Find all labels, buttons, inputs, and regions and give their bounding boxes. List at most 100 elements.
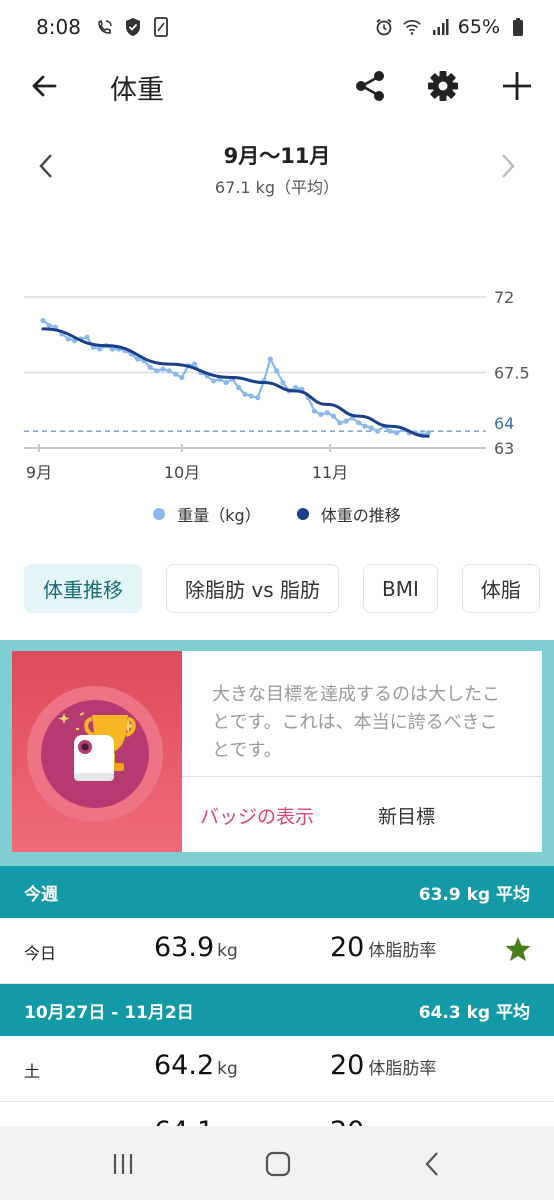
- body-fat-unit: 体脂肪率: [368, 1059, 437, 1079]
- new-goal-link[interactable]: 新目標: [378, 802, 435, 829]
- add-button[interactable]: [497, 66, 537, 106]
- share-icon: [356, 71, 384, 101]
- share-button[interactable]: [350, 66, 390, 106]
- raw-weight-point: [387, 428, 393, 434]
- raw-weight-point: [160, 366, 166, 372]
- signal-icon: [430, 17, 450, 37]
- home-icon: [265, 1151, 291, 1177]
- raw-weight-point: [343, 418, 349, 424]
- chevron-right-icon: [502, 154, 515, 178]
- weight-value: 64.2: [154, 1050, 215, 1081]
- next-period-button[interactable]: [490, 146, 526, 186]
- y-tick-label: 64: [494, 414, 514, 433]
- chart-type-chips: 体重推移 除脂肪 vs 脂肪 BMI 体脂: [24, 564, 540, 614]
- period-header: 9月〜11月 67.1 kg（平均）: [0, 132, 554, 202]
- log-weight: 63.9 kg: [154, 932, 238, 963]
- raw-weight-point: [267, 356, 273, 362]
- recent-apps-icon: [113, 1154, 133, 1174]
- settings-button[interactable]: [423, 66, 463, 106]
- body-fat-value: 20: [330, 932, 365, 963]
- legend-item-trend: 体重の推移: [296, 502, 401, 526]
- body-fat-value: 20: [330, 1050, 365, 1081]
- raw-weight-point: [248, 393, 254, 399]
- week-header-this-week: 今週 63.9 kg 平均: [0, 866, 554, 918]
- x-tick-label: 11月: [312, 463, 348, 482]
- app-bar: 体重: [0, 56, 554, 116]
- raw-weight-point: [280, 379, 286, 386]
- raw-weight-point: [375, 428, 381, 434]
- wifi-calling-icon: [95, 17, 115, 37]
- page-title: 体重: [110, 75, 164, 106]
- raw-weight-point: [368, 425, 374, 431]
- raw-weight-point: [255, 395, 261, 401]
- legend-label-raw: 重量（kg）: [177, 506, 261, 525]
- legend-dot-trend: [296, 508, 309, 520]
- raw-weight-point: [356, 420, 362, 426]
- log-body-fat: 20 体脂肪率: [330, 1050, 436, 1081]
- x-tick-label: 9月: [26, 463, 52, 482]
- raw-weight-point: [40, 317, 46, 324]
- log-row[interactable]: 今日 63.9 kg 20 体脂肪率: [0, 918, 554, 984]
- back-button[interactable]: [24, 66, 64, 106]
- legend-item-raw: 重量（kg）: [153, 502, 261, 526]
- plus-icon: [503, 72, 531, 100]
- legend-label-trend: 体重の推移: [320, 506, 401, 525]
- raw-weight-point: [179, 374, 185, 381]
- trophy-icon: [58, 712, 136, 781]
- raw-weight-point: [337, 420, 343, 426]
- back-nav-button[interactable]: [411, 1144, 455, 1184]
- achievement-card: 大きな目標を達成するのは大したことです。これは、本当に誇るべきことです。 バッジ…: [12, 651, 542, 852]
- raw-weight-point: [172, 371, 179, 377]
- arrow-left-icon: [32, 75, 57, 97]
- raw-weight-point: [154, 368, 160, 374]
- home-button[interactable]: [256, 1144, 300, 1184]
- body-fat-unit: 体脂肪率: [368, 941, 437, 961]
- week-label: 今週: [24, 884, 58, 905]
- chart-legend: 重量（kg） 体重の推移: [0, 502, 554, 526]
- week-label: 10月27日 - 11月2日: [24, 1002, 194, 1023]
- chip-bmi[interactable]: BMI: [362, 564, 438, 613]
- weight-chart-svg: 72 67.5 64 63 9月 10月 11月: [24, 288, 530, 482]
- period-title: 9月〜11月: [223, 144, 331, 168]
- weight-value: 63.9: [154, 932, 215, 963]
- chip-weight-trend[interactable]: 体重推移: [24, 564, 142, 613]
- wifi-icon: [402, 17, 422, 37]
- recent-apps-button[interactable]: [101, 1144, 145, 1184]
- raw-weight-point: [84, 334, 90, 340]
- raw-weight-point: [311, 408, 318, 414]
- x-tick-label: 10月: [164, 463, 200, 482]
- battery-icon: [508, 17, 528, 37]
- raw-weight-point: [166, 368, 172, 374]
- week-average: 64.3 kg 平均: [418, 1002, 530, 1023]
- weight-unit: kg: [217, 1059, 238, 1079]
- status-time: 8:08: [36, 15, 81, 39]
- log-day: 土: [24, 1062, 41, 1081]
- achievement-divider: [182, 776, 542, 777]
- alarm-icon: [374, 17, 394, 37]
- show-badge-link[interactable]: バッジの表示: [200, 802, 314, 829]
- chip-lean-vs-fat[interactable]: 除脂肪 vs 脂肪: [166, 564, 339, 613]
- week-average: 63.9 kg 平均: [418, 884, 530, 905]
- weight-unit: kg: [217, 941, 238, 961]
- y-tick-label: 67.5: [494, 364, 530, 383]
- raw-weight-point: [362, 423, 368, 429]
- log-row[interactable]: 土 64.2 kg 20 体脂肪率: [0, 1036, 554, 1102]
- raw-weight-point: [210, 378, 217, 384]
- raw-weight-point: [65, 336, 71, 342]
- chip-body-fat[interactable]: 体脂: [461, 564, 540, 613]
- raw-weight-point: [274, 368, 280, 374]
- weight-chart: 72 67.5 64 63 9月 10月 11月: [0, 270, 554, 500]
- week-header-oct27: 10月27日 - 11月2日 64.3 kg 平均: [0, 984, 554, 1036]
- battery-percent: 65%: [457, 16, 500, 38]
- system-nav-bar: [0, 1126, 554, 1200]
- status-bar: 8:08 65%: [0, 0, 554, 54]
- achievement-message: 大きな目標を達成するのは大したことです。これは、本当に誇るべきことです。: [212, 684, 500, 761]
- raw-weight-point: [147, 364, 153, 371]
- back-nav-icon: [425, 1152, 438, 1176]
- log-weight: 64.2 kg: [154, 1050, 238, 1081]
- y-tick-label: 72: [494, 288, 514, 307]
- raw-weight-point: [223, 379, 229, 386]
- legend-dot-raw: [153, 508, 166, 520]
- log-day: 今日: [24, 944, 57, 963]
- raw-weight-point: [191, 361, 198, 367]
